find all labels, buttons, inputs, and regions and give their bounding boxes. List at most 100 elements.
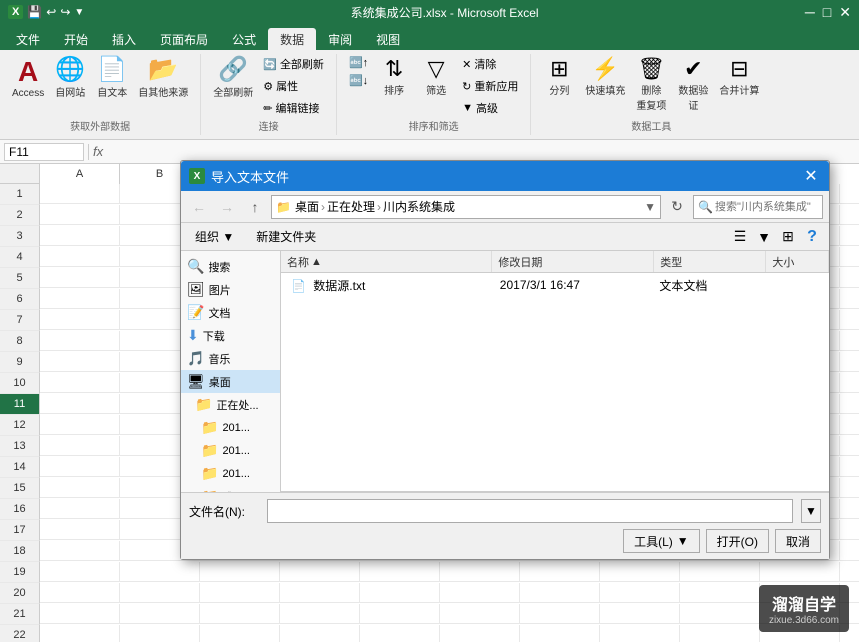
nav-item-music[interactable]: 🎵 音乐 (181, 347, 280, 370)
spreadsheet-cell[interactable] (840, 415, 859, 435)
spreadsheet-cell[interactable] (680, 583, 760, 603)
spreadsheet-cell[interactable] (440, 562, 520, 582)
spreadsheet-cell[interactable] (40, 331, 120, 351)
col-header-name[interactable]: 名称 ▲ (281, 251, 492, 272)
spreadsheet-cell[interactable] (360, 604, 440, 624)
spreadsheet-cell[interactable] (120, 583, 200, 603)
nav-item-folder3[interactable]: 📁 201... (181, 462, 280, 485)
close-button[interactable]: ✕ (839, 4, 851, 21)
text-button[interactable]: 📄 自文本 (92, 54, 132, 103)
spreadsheet-cell[interactable] (40, 268, 120, 288)
quick-access-undo[interactable]: ↩ (46, 5, 56, 19)
spreadsheet-cell[interactable] (840, 478, 859, 498)
tab-file[interactable]: 文件 (4, 28, 52, 50)
spreadsheet-cell[interactable] (840, 331, 859, 351)
existing-connections-button[interactable]: 🔗 全部刷新 (209, 54, 257, 103)
spreadsheet-cell[interactable] (840, 268, 859, 288)
quick-access-redo[interactable]: ↪ (60, 5, 70, 19)
tab-data[interactable]: 数据 (268, 28, 316, 50)
spreadsheet-cell[interactable] (40, 583, 120, 603)
spreadsheet-cell[interactable] (840, 352, 859, 372)
nav-item-folder1[interactable]: 📁 201... (181, 416, 280, 439)
spreadsheet-cell[interactable] (520, 583, 600, 603)
data-validation-button[interactable]: ✔ 数据验 证 (673, 54, 713, 116)
spreadsheet-cell[interactable] (840, 457, 859, 477)
view-list-button[interactable]: ☰ (729, 226, 751, 248)
spreadsheet-cell[interactable] (40, 457, 120, 477)
spreadsheet-cell[interactable] (840, 436, 859, 456)
spreadsheet-cell[interactable] (120, 625, 200, 642)
maximize-button[interactable]: □ (823, 4, 831, 21)
flash-fill-button[interactable]: ⚡ 快速填充 (581, 54, 629, 101)
spreadsheet-cell[interactable] (40, 541, 120, 561)
spreadsheet-cell[interactable] (360, 583, 440, 603)
address-refresh-button[interactable]: ↻ (665, 195, 689, 219)
spreadsheet-cell[interactable] (840, 310, 859, 330)
spreadsheet-cell[interactable] (840, 520, 859, 540)
nav-item-processing[interactable]: 📁 正在处... (181, 393, 280, 416)
tab-pagelayout[interactable]: 页面布局 (148, 28, 220, 50)
refresh-all-button[interactable]: 🔄 全部刷新 (259, 54, 328, 74)
spreadsheet-cell[interactable] (600, 583, 680, 603)
spreadsheet-cell[interactable] (280, 583, 360, 603)
file-row-datasource[interactable]: 📄 数据源.txt 2017/3/1 16:47 文本文档 (281, 273, 829, 297)
spreadsheet-cell[interactable] (40, 604, 120, 624)
view-details-button[interactable]: ⊞ (777, 226, 799, 248)
spreadsheet-cell[interactable] (40, 184, 120, 204)
spreadsheet-cell[interactable] (40, 247, 120, 267)
advanced-button[interactable]: ▼ 高级 (458, 98, 522, 118)
spreadsheet-cell[interactable] (680, 604, 760, 624)
consolidate-button[interactable]: ⊟ 合并计算 (715, 54, 763, 101)
formula-input[interactable] (107, 145, 855, 159)
spreadsheet-cell[interactable] (280, 562, 360, 582)
minimize-button[interactable]: ─ (805, 4, 815, 21)
edit-links-button[interactable]: ✏ 编辑链接 (259, 98, 328, 118)
spreadsheet-cell[interactable] (360, 625, 440, 642)
cancel-button[interactable]: 取消 (775, 529, 821, 553)
col-header-size[interactable]: 大小 (766, 251, 829, 272)
nav-item-images[interactable]: 🖼 图片 (181, 278, 280, 301)
spreadsheet-cell[interactable] (200, 562, 280, 582)
quick-access-dropdown[interactable]: ▼ (74, 7, 84, 18)
spreadsheet-cell[interactable] (600, 604, 680, 624)
spreadsheet-cell[interactable] (40, 394, 120, 414)
spreadsheet-cell[interactable] (600, 562, 680, 582)
spreadsheet-cell[interactable] (40, 520, 120, 540)
spreadsheet-cell[interactable] (40, 352, 120, 372)
spreadsheet-cell[interactable] (280, 604, 360, 624)
spreadsheet-cell[interactable] (40, 625, 120, 642)
spreadsheet-cell[interactable] (840, 394, 859, 414)
filter-button[interactable]: ▽ 筛选 (416, 54, 456, 101)
spreadsheet-cell[interactable] (200, 625, 280, 642)
properties-button[interactable]: ⚙ 属性 (259, 76, 328, 96)
search-input[interactable] (715, 201, 815, 213)
address-dropdown-button[interactable]: ▼ (644, 200, 656, 214)
spreadsheet-cell[interactable] (40, 478, 120, 498)
spreadsheet-cell[interactable] (40, 226, 120, 246)
spreadsheet-cell[interactable] (40, 310, 120, 330)
nav-item-desktop[interactable]: 🖥 桌面 (181, 370, 280, 393)
remove-duplicates-button[interactable]: 🗑 删除 重复项 (631, 54, 671, 116)
sort-za-button[interactable]: 🔤↓ (345, 72, 372, 89)
nav-forward-button[interactable]: → (215, 195, 239, 219)
spreadsheet-cell[interactable] (40, 499, 120, 519)
nav-item-search[interactable]: 🔍 搜索 (181, 255, 280, 278)
spreadsheet-cell[interactable] (840, 562, 859, 582)
spreadsheet-cell[interactable] (760, 562, 840, 582)
nav-item-downloads[interactable]: ⬇ 下载 (181, 324, 280, 347)
tab-formulas[interactable]: 公式 (220, 28, 268, 50)
tools-button[interactable]: 工具(L) ▼ (623, 529, 700, 553)
organize-button[interactable]: 组织 ▼ (187, 226, 242, 247)
spreadsheet-cell[interactable] (440, 583, 520, 603)
spreadsheet-cell[interactable] (840, 541, 859, 561)
tab-review[interactable]: 审阅 (316, 28, 364, 50)
reapply-button[interactable]: ↻ 重新应用 (458, 76, 522, 96)
spreadsheet-cell[interactable] (40, 289, 120, 309)
spreadsheet-cell[interactable] (120, 604, 200, 624)
filename-dropdown-button[interactable]: ▼ (801, 499, 821, 523)
spreadsheet-cell[interactable] (520, 604, 600, 624)
spreadsheet-cell[interactable] (840, 184, 859, 204)
clear-button[interactable]: ✕ 清除 (458, 54, 522, 74)
spreadsheet-cell[interactable] (360, 562, 440, 582)
spreadsheet-cell[interactable] (520, 562, 600, 582)
